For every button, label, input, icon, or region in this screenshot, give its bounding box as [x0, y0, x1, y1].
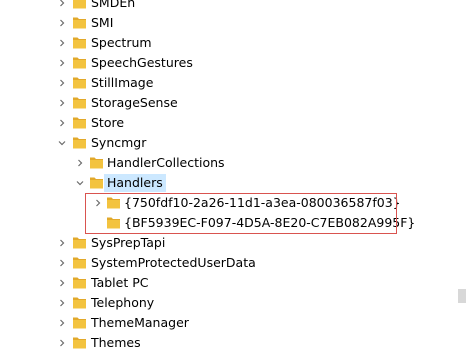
- folder-icon: [72, 275, 87, 290]
- chevron-right-icon[interactable]: [56, 77, 68, 89]
- tree-node-label[interactable]: Handlers: [104, 174, 166, 192]
- tree-node-label[interactable]: SMI: [88, 14, 116, 32]
- tree-node-label[interactable]: Syncmgr: [88, 134, 149, 152]
- tree-node[interactable]: SMDEn: [0, 0, 458, 13]
- scrollbar-thumb[interactable]: [458, 289, 466, 303]
- chevron-right-icon[interactable]: [56, 117, 68, 129]
- tree-node-label[interactable]: SysPrepTapi: [88, 234, 168, 252]
- folder-icon: [72, 315, 87, 330]
- tree-node-label[interactable]: SpeechGestures: [88, 54, 196, 72]
- tree-node[interactable]: StorageSense: [0, 93, 458, 113]
- chevron-right-icon[interactable]: [56, 277, 68, 289]
- tree-node-label[interactable]: Themes: [88, 334, 144, 352]
- chevron-right-icon[interactable]: [56, 97, 68, 109]
- tree-node[interactable]: SysPrepTapi: [0, 233, 458, 253]
- folder-icon: [72, 15, 87, 30]
- folder-icon: [72, 0, 87, 10]
- chevron-right-icon[interactable]: [74, 157, 86, 169]
- vertical-scrollbar[interactable]: [458, 0, 466, 352]
- highlight-annotation-box: [85, 193, 397, 234]
- tree-node[interactable]: Syncmgr: [0, 133, 458, 153]
- folder-icon: [72, 335, 87, 350]
- tree-node[interactable]: SpeechGestures: [0, 53, 458, 73]
- folder-icon: [72, 115, 87, 130]
- tree-node[interactable]: HandlerCollections: [0, 153, 458, 173]
- folder-icon: [72, 135, 87, 150]
- tree-node[interactable]: Themes: [0, 333, 458, 353]
- chevron-right-icon[interactable]: [56, 337, 68, 349]
- tree-node-label[interactable]: SystemProtectedUserData: [88, 254, 259, 272]
- tree-node-label[interactable]: ThemeManager: [88, 314, 192, 332]
- folder-icon: [89, 175, 104, 190]
- chevron-right-icon[interactable]: [56, 17, 68, 29]
- tree-node[interactable]: Store: [0, 113, 458, 133]
- tree-node[interactable]: ThemeManager: [0, 313, 458, 333]
- tree-node[interactable]: SystemProtectedUserData: [0, 253, 458, 273]
- folder-icon: [72, 55, 87, 70]
- chevron-right-icon[interactable]: [56, 57, 68, 69]
- tree-node[interactable]: Telephony: [0, 293, 458, 313]
- folder-icon: [72, 235, 87, 250]
- tree-node-label[interactable]: HandlerCollections: [104, 154, 228, 172]
- chevron-down-icon[interactable]: [74, 177, 86, 189]
- tree-node[interactable]: StillImage: [0, 73, 458, 93]
- tree-node-label[interactable]: Telephony: [88, 294, 157, 312]
- chevron-right-icon[interactable]: [56, 37, 68, 49]
- folder-icon: [72, 95, 87, 110]
- tree-node-label[interactable]: StorageSense: [88, 94, 181, 112]
- chevron-right-icon[interactable]: [56, 0, 68, 9]
- tree-node-label[interactable]: Tablet PC: [88, 274, 151, 292]
- tree-node-label[interactable]: Store: [88, 114, 127, 132]
- tree-node[interactable]: Tablet PC: [0, 273, 458, 293]
- tree-node-label[interactable]: Spectrum: [88, 34, 155, 52]
- tree-node-label[interactable]: StillImage: [88, 74, 156, 92]
- folder-icon: [72, 295, 87, 310]
- tree-node[interactable]: Spectrum: [0, 33, 458, 53]
- folder-icon: [72, 75, 87, 90]
- folder-icon: [89, 155, 104, 170]
- tree-node-label[interactable]: SMDEn: [88, 0, 138, 12]
- folder-icon: [72, 255, 87, 270]
- chevron-right-icon[interactable]: [56, 317, 68, 329]
- chevron-right-icon[interactable]: [56, 257, 68, 269]
- folder-icon: [72, 35, 87, 50]
- chevron-right-icon[interactable]: [56, 297, 68, 309]
- tree-node[interactable]: SMI: [0, 13, 458, 33]
- chevron-down-icon[interactable]: [56, 137, 68, 149]
- registry-tree: SMDEn SMI Spectrum SpeechGestures StillImage…: [0, 0, 458, 352]
- chevron-right-icon[interactable]: [56, 237, 68, 249]
- tree-node[interactable]: Handlers: [0, 173, 458, 193]
